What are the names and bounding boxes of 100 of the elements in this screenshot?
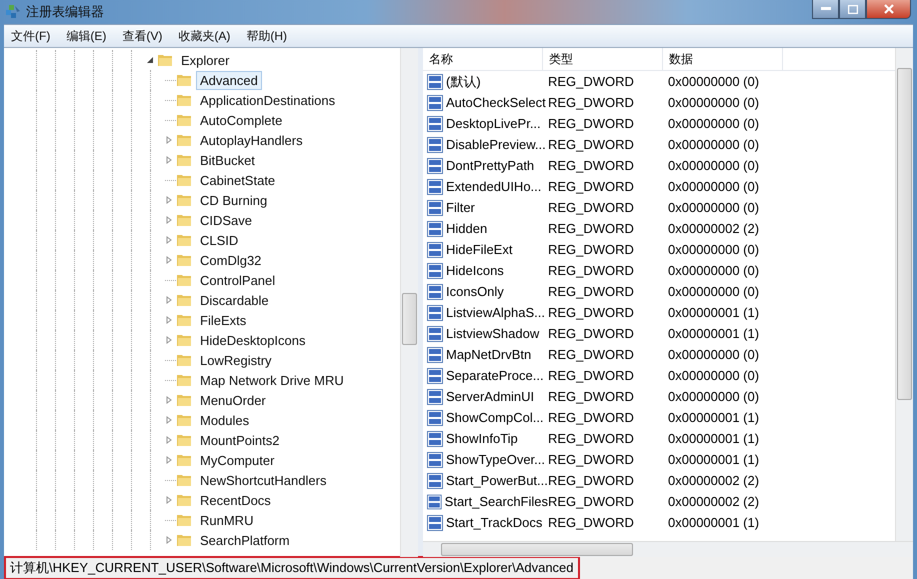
maximize-button[interactable] <box>839 0 866 19</box>
scrollbar-thumb[interactable] <box>441 543 633 556</box>
binary-value-icon <box>427 136 443 152</box>
menu-item[interactable]: 查看(V) <box>115 28 172 44</box>
table-cell-text: REG_DWORD <box>548 410 635 425</box>
column-header[interactable]: 名称 <box>423 48 543 70</box>
folder-icon <box>176 272 192 288</box>
folder-icon <box>176 472 192 488</box>
expand-arrow-icon[interactable] <box>165 216 173 224</box>
tree-item[interactable]: CIDSave <box>196 210 256 230</box>
minimize-button[interactable] <box>812 0 839 19</box>
folder-icon <box>176 392 192 408</box>
table-cell-text: REG_DWORD <box>548 452 635 467</box>
scrollbar-thumb[interactable] <box>897 68 912 400</box>
table-cell-text: 0x00000000 (0) <box>668 116 760 131</box>
folder-icon <box>176 292 192 308</box>
window-title: 注册表编辑器 <box>26 3 104 21</box>
table-cell: Start_PowerBut... <box>446 473 548 488</box>
table-cell: SeparateProce... <box>446 368 544 383</box>
table-cell: ListviewShadow <box>446 326 540 341</box>
tree-item[interactable]: HideDesktopIcons <box>196 330 310 350</box>
binary-value-icon <box>427 410 443 426</box>
expand-arrow-icon[interactable] <box>165 416 173 424</box>
tree-item[interactable]: CD Burning <box>196 190 272 210</box>
tree-item[interactable]: AutoComplete <box>196 110 286 130</box>
column-header[interactable]: 类型 <box>543 48 663 70</box>
tree-item[interactable]: RecentDocs <box>196 490 275 510</box>
expand-arrow-icon[interactable] <box>165 536 173 544</box>
collapse-arrow-icon[interactable] <box>146 56 154 64</box>
folder-icon <box>176 312 192 328</box>
table-cell-text: REG_DWORD <box>548 347 635 362</box>
tree-item[interactable]: Advanced <box>196 70 262 90</box>
table-cell-text: 0x00000000 (0) <box>668 179 760 194</box>
tree-item[interactable]: ControlPanel <box>196 270 280 290</box>
expand-arrow-icon[interactable] <box>165 296 173 304</box>
tree-item[interactable]: CLSID <box>196 230 242 250</box>
table-cell-text: REG_DWORD <box>548 74 635 89</box>
binary-value-icon <box>427 494 442 510</box>
vertical-scrollbar[interactable] <box>895 48 913 541</box>
expand-arrow-icon[interactable] <box>165 316 173 324</box>
table-cell: HideIcons <box>446 263 504 278</box>
tree-item[interactable]: ApplicationDestinations <box>196 90 340 110</box>
tree-item[interactable]: BitBucket <box>196 150 259 170</box>
table-cell: Filter <box>446 200 475 215</box>
tree-item[interactable]: Explorer <box>177 50 234 70</box>
tree-item[interactable]: MountPoints2 <box>196 430 284 450</box>
binary-value-icon <box>427 158 443 174</box>
table-cell-text: 0x00000000 (0) <box>668 137 760 152</box>
tree-item[interactable]: MyComputer <box>196 450 278 470</box>
expand-arrow-icon[interactable] <box>165 336 173 344</box>
expand-arrow-icon[interactable] <box>165 156 173 164</box>
menu-item[interactable]: 编辑(E) <box>59 28 116 44</box>
vertical-scrollbar[interactable] <box>400 48 418 557</box>
binary-value-icon <box>427 430 443 446</box>
tree-item[interactable]: SearchPlatform <box>196 530 294 550</box>
table-cell-text: REG_DWORD <box>548 263 635 278</box>
table-cell-text: REG_DWORD <box>548 200 635 215</box>
binary-value-icon <box>427 242 443 258</box>
expand-arrow-icon[interactable] <box>165 396 173 404</box>
tree-item[interactable]: AutoplayHandlers <box>196 130 307 150</box>
folder-icon <box>176 192 192 208</box>
table-cell: HideFileExt <box>446 242 512 257</box>
menu-item[interactable]: 帮助(H) <box>239 28 296 44</box>
expand-arrow-icon[interactable] <box>165 496 173 504</box>
binary-value-icon <box>427 284 443 300</box>
expand-arrow-icon[interactable] <box>165 436 173 444</box>
folder-icon <box>176 352 192 368</box>
table-cell: ServerAdminUI <box>446 389 534 404</box>
expand-arrow-icon[interactable] <box>165 136 173 144</box>
binary-value-icon <box>427 452 443 468</box>
table-cell-text: 0x00000001 (1) <box>668 515 760 530</box>
table-cell-text: 0x00000001 (1) <box>668 326 760 341</box>
folder-icon <box>176 432 192 448</box>
horizontal-scrollbar[interactable] <box>423 541 913 557</box>
table-cell-text: 0x00000000 (0) <box>668 368 760 383</box>
tree-item[interactable]: MenuOrder <box>196 390 270 410</box>
tree-item[interactable]: CabinetState <box>196 170 280 190</box>
tree-item[interactable]: FileExts <box>196 310 250 330</box>
tree-item[interactable]: RunMRU <box>196 510 258 530</box>
expand-arrow-icon[interactable] <box>165 196 173 204</box>
column-header[interactable]: 数据 <box>663 48 783 70</box>
folder-icon <box>176 412 192 428</box>
scrollbar-thumb[interactable] <box>402 293 417 345</box>
menu-item[interactable]: 收藏夹(A) <box>171 28 240 44</box>
table-cell-text: 0x00000001 (1) <box>668 410 760 425</box>
tree-item[interactable]: Modules <box>196 410 254 430</box>
table-cell: Start_TrackDocs <box>446 515 542 530</box>
tree-item[interactable]: LowRegistry <box>196 350 276 370</box>
folder-icon <box>176 92 192 108</box>
binary-value-icon <box>427 388 443 404</box>
tree-item[interactable]: NewShortcutHandlers <box>196 470 330 490</box>
tree-item[interactable]: ComDlg32 <box>196 250 266 270</box>
tree-item[interactable]: Map Network Drive MRU <box>196 370 348 390</box>
expand-arrow-icon[interactable] <box>165 456 173 464</box>
menu-item[interactable]: 文件(F) <box>4 28 60 44</box>
close-icon <box>884 4 894 14</box>
tree-item[interactable]: Discardable <box>196 290 273 310</box>
expand-arrow-icon[interactable] <box>165 236 173 244</box>
expand-arrow-icon[interactable] <box>165 256 173 264</box>
close-button[interactable] <box>866 0 911 19</box>
